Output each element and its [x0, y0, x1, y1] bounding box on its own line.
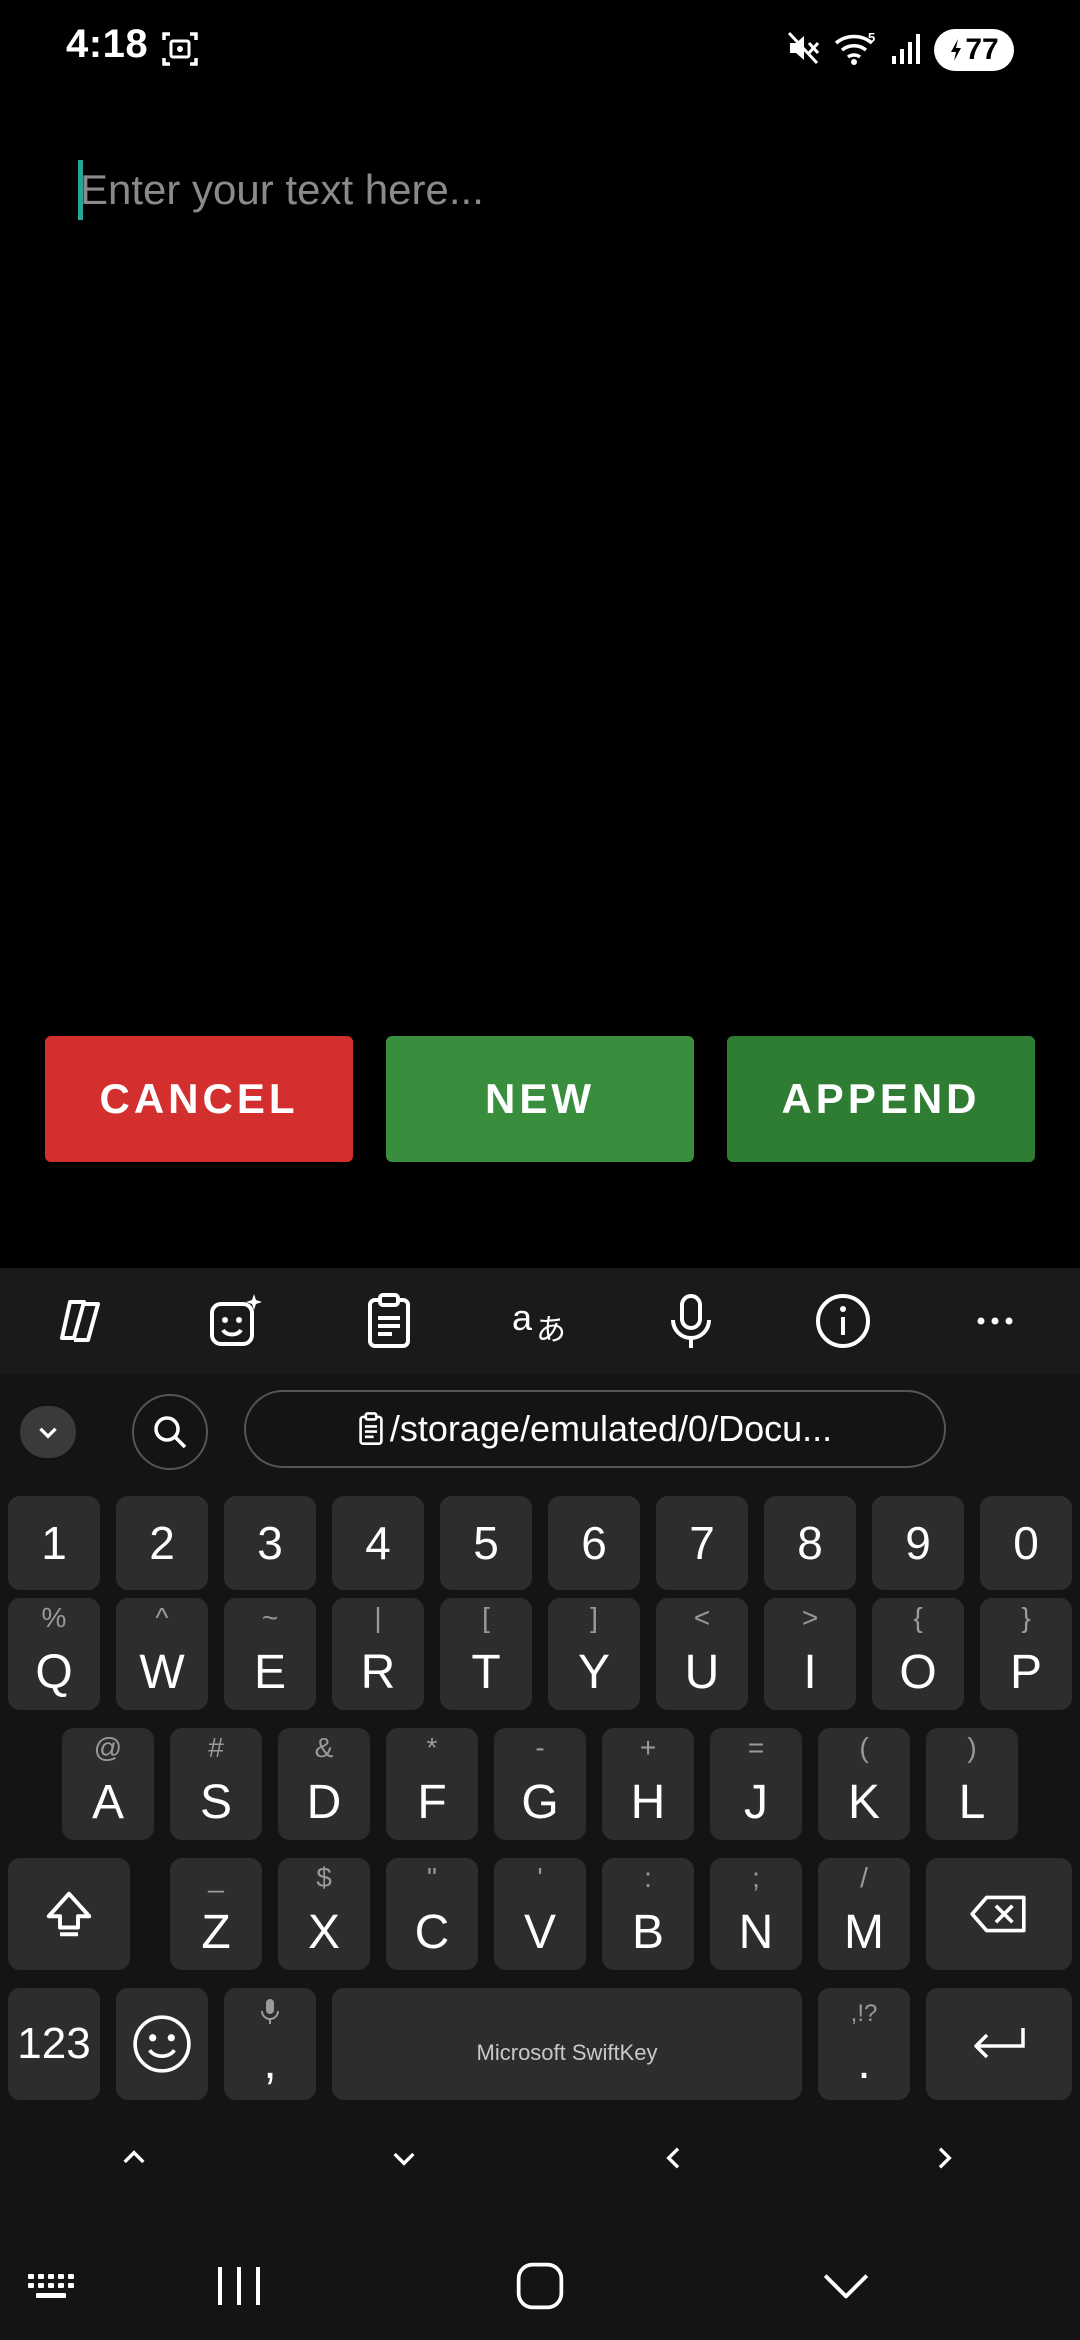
mute-icon — [786, 30, 822, 70]
append-button[interactable]: APPEND — [727, 1036, 1035, 1162]
cancel-button[interactable]: CANCEL — [45, 1036, 353, 1162]
copilot-icon[interactable] — [50, 1288, 116, 1354]
key-8[interactable]: 8 — [764, 1496, 856, 1590]
key-i[interactable]: > I — [764, 1598, 856, 1710]
emoji-key[interactable] — [116, 1988, 208, 2100]
key-j[interactable]: = J — [710, 1728, 802, 1840]
collapse-keyboard-button[interactable] — [20, 1406, 76, 1458]
key-e[interactable]: ~ E — [224, 1598, 316, 1710]
clipboard-row: /storage/emulated/0/Docu... — [0, 1386, 1080, 1476]
key-a[interactable]: @ A — [62, 1728, 154, 1840]
key-d[interactable]: & D — [278, 1728, 370, 1840]
translate-icon[interactable]: aあ — [508, 1288, 574, 1354]
key-k[interactable]: (K — [818, 1728, 910, 1840]
search-button[interactable] — [132, 1394, 208, 1470]
shift-key[interactable] — [8, 1858, 130, 1970]
clipboard-small-icon — [359, 1412, 383, 1446]
key-z[interactable]: _ Z — [170, 1858, 262, 1970]
comma-key[interactable]: , — [224, 1988, 316, 2100]
keyboard-switch-icon[interactable] — [26, 2252, 82, 2320]
key-c[interactable]: " C — [386, 1858, 478, 1970]
key-r[interactable]: | R — [332, 1598, 424, 1710]
svg-text:a: a — [512, 1297, 533, 1338]
period-key[interactable]: ,!? . — [818, 1988, 910, 2100]
key-3[interactable]: 3 — [224, 1496, 316, 1590]
space-bar[interactable]: Microsoft SwiftKey — [332, 1988, 802, 2100]
navigation-bar — [0, 2232, 1080, 2340]
enter-icon — [926, 1988, 1072, 2100]
key-l[interactable]: ) L — [926, 1728, 1018, 1840]
arrow-up-icon[interactable] — [108, 2132, 160, 2184]
emoji-icon — [116, 1988, 208, 2100]
arrow-right-icon[interactable] — [918, 2132, 970, 2184]
key-4[interactable]: 4 — [332, 1496, 424, 1590]
screenshot-icon — [160, 30, 200, 68]
battery-level: 77 — [965, 33, 999, 66]
key-v[interactable]: ' V — [494, 1858, 586, 1970]
key-m[interactable]: / M — [818, 1858, 910, 1970]
key-2[interactable]: 2 — [116, 1496, 208, 1590]
key-h[interactable]: + H — [602, 1728, 694, 1840]
enter-key[interactable] — [926, 1988, 1072, 2100]
space-bar-label: Microsoft SwiftKey — [476, 2040, 658, 2065]
svg-text:あ: あ — [536, 1313, 566, 1348]
key-b[interactable]: :B — [602, 1858, 694, 1970]
sticker-icon[interactable] — [204, 1288, 270, 1354]
backspace-key[interactable] — [926, 1858, 1072, 1970]
key-t[interactable]: [T — [440, 1598, 532, 1710]
info-icon[interactable] — [810, 1288, 876, 1354]
microphone-icon[interactable] — [658, 1288, 724, 1354]
keyboard-toolbar: aあ — [0, 1268, 1080, 1374]
clipboard-icon[interactable] — [356, 1288, 422, 1354]
key-p[interactable]: } P — [980, 1598, 1072, 1710]
key-1[interactable]: 1 — [8, 1496, 100, 1590]
more-icon[interactable] — [962, 1288, 1028, 1354]
cursor-arrow-row — [0, 2118, 1080, 2198]
key-9[interactable]: 9 — [872, 1496, 964, 1590]
hide-keyboard-icon[interactable] — [816, 2252, 876, 2320]
wifi-icon: 5 — [834, 30, 878, 70]
clipboard-suggestion-text: /storage/emulated/0/Docu... — [389, 1408, 833, 1449]
arrow-left-icon[interactable] — [648, 2132, 700, 2184]
text-editor[interactable] — [78, 158, 1018, 222]
key-f[interactable]: * F — [386, 1728, 478, 1840]
key-x[interactable]: $ X — [278, 1858, 370, 1970]
search-icon — [154, 1416, 187, 1449]
backspace-icon — [926, 1858, 1072, 1970]
key-s[interactable]: # S — [170, 1728, 262, 1840]
microphone-small-icon — [224, 1998, 316, 2026]
new-button[interactable]: NEW — [386, 1036, 694, 1162]
clipboard-suggestion[interactable]: /storage/emulated/0/Docu... — [244, 1390, 946, 1468]
key-g[interactable]: -G — [494, 1728, 586, 1840]
svg-text:5: 5 — [868, 30, 875, 45]
arrow-down-icon[interactable] — [378, 2132, 430, 2184]
keyboard: aあ /storage/emulated/0/Docu... 1 2 3 4 5… — [0, 1268, 1080, 2340]
key-q[interactable]: % Q — [8, 1598, 100, 1710]
symbols-key[interactable]: 123 — [8, 1988, 100, 2100]
key-u[interactable]: < U — [656, 1598, 748, 1710]
key-n[interactable]: ; N — [710, 1858, 802, 1970]
key-6[interactable]: 6 — [548, 1496, 640, 1590]
key-7[interactable]: 7 — [656, 1496, 748, 1590]
battery-icon: 77 — [934, 29, 1014, 71]
key-0[interactable]: 0 — [980, 1496, 1072, 1590]
key-w[interactable]: ^ W — [116, 1598, 208, 1710]
text-input[interactable] — [80, 158, 1010, 222]
key-y[interactable]: ] Y — [548, 1598, 640, 1710]
status-bar: 4:18 5 77 — [0, 0, 1080, 100]
chevron-down-icon — [39, 1427, 57, 1439]
key-5[interactable]: 5 — [440, 1496, 532, 1590]
signal-icon — [890, 30, 922, 70]
key-o[interactable]: {O — [872, 1598, 964, 1710]
shift-icon — [8, 1858, 130, 1970]
recent-apps-icon[interactable] — [212, 2252, 266, 2320]
home-icon[interactable] — [512, 2252, 568, 2320]
status-time: 4:18 — [66, 22, 149, 66]
